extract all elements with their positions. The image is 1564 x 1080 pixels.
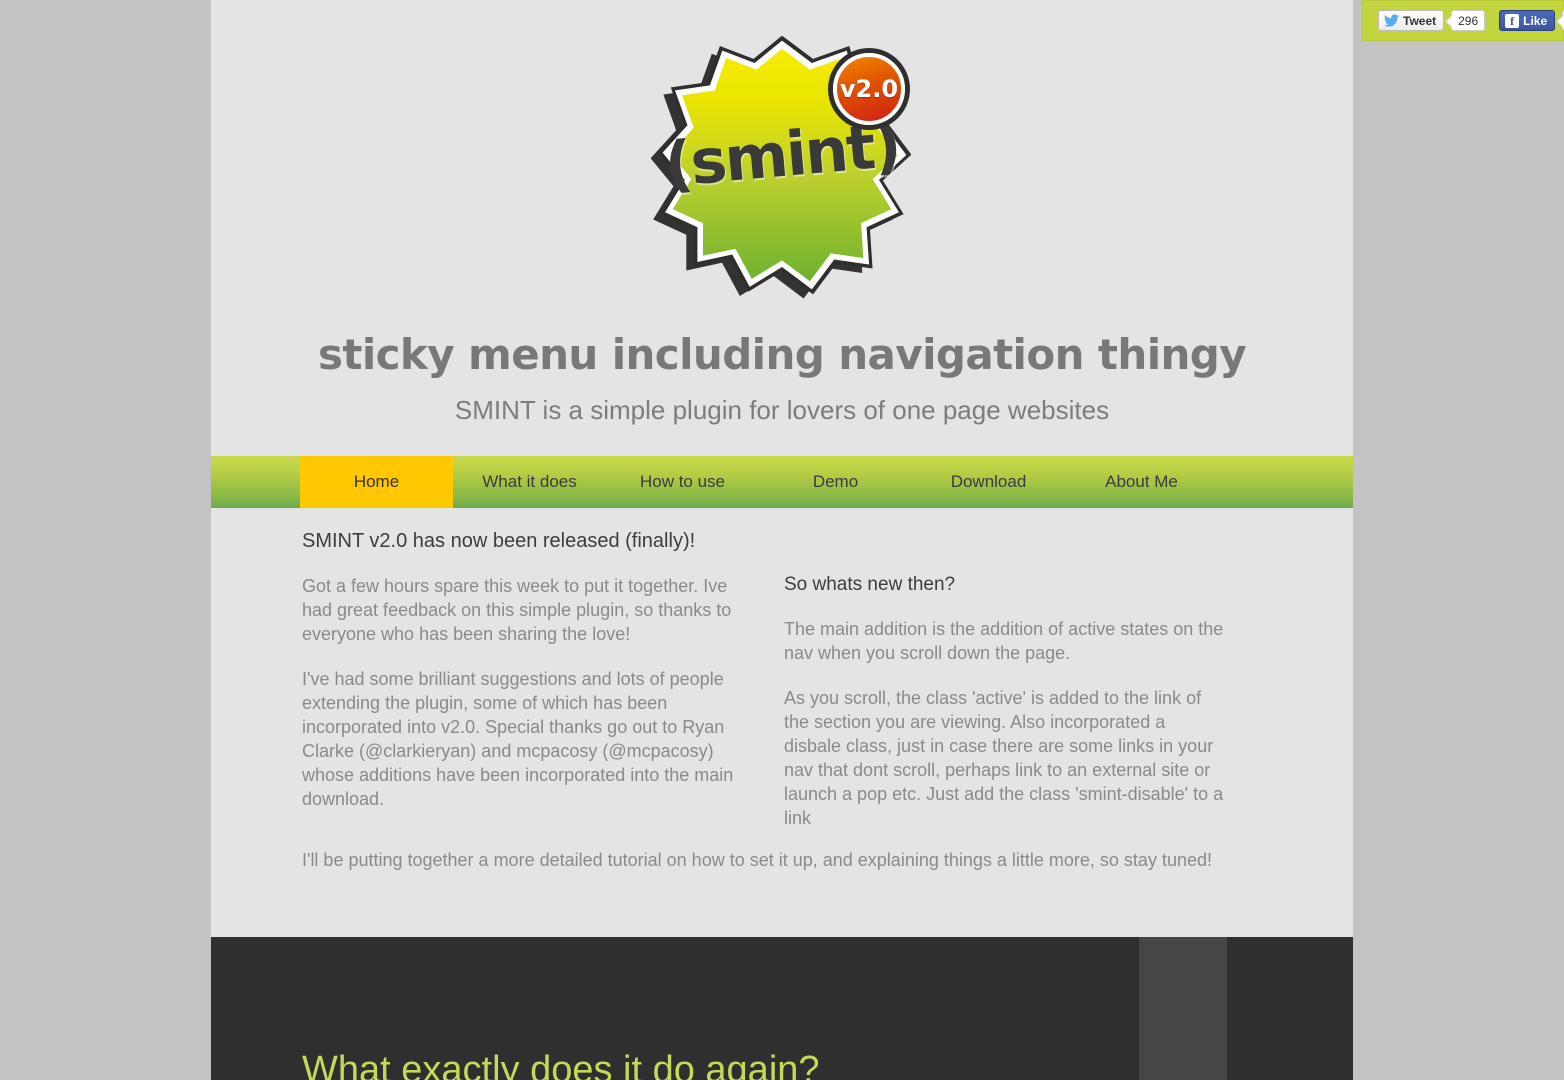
nav-item-about-me[interactable]: About Me bbox=[1065, 456, 1218, 508]
facebook-like-widget: f Like 301 bbox=[1499, 10, 1564, 31]
page-title: sticky menu including navigation thingy bbox=[317, 330, 1247, 379]
page-container: (smint) v2.0 sticky menu including navig… bbox=[211, 0, 1353, 1080]
left-paragraph-2: I've had some brilliant suggestions and … bbox=[302, 669, 734, 809]
main-navigation: Home What it does How to use Demo Downlo… bbox=[211, 456, 1353, 508]
left-column: Got a few hours spare this week to put i… bbox=[302, 553, 744, 830]
what-it-does-section: What exactly does it do again? bbox=[211, 937, 1353, 1080]
tweet-button-label: Tweet bbox=[1403, 13, 1437, 28]
twitter-bird-icon bbox=[1384, 14, 1399, 27]
what-it-does-heading: What exactly does it do again? bbox=[302, 1049, 820, 1080]
tweet-count[interactable]: 296 bbox=[1451, 10, 1486, 31]
right-paragraph-2: As you scroll, the class 'active' is add… bbox=[784, 688, 1224, 828]
version-badge: v2.0 bbox=[833, 53, 905, 125]
twitter-share-widget: Tweet 296 bbox=[1378, 10, 1486, 31]
like-button-label: Like bbox=[1523, 13, 1548, 28]
closing-paragraph: I'll be putting together a more detailed… bbox=[302, 850, 1212, 870]
nav-item-home[interactable]: Home bbox=[300, 456, 453, 508]
decorative-vertical-band bbox=[1139, 937, 1227, 1080]
smint-logo[interactable]: (smint) v2.0 bbox=[637, 22, 927, 312]
social-share-bar: Tweet 296 f Like 301 bbox=[1362, 0, 1564, 41]
like-button[interactable]: f Like bbox=[1499, 10, 1556, 31]
nav-item-how-to-use[interactable]: How to use bbox=[606, 456, 759, 508]
home-section: SMINT v2.0 has now been released (finall… bbox=[211, 508, 1353, 927]
right-column-heading: So whats new then? bbox=[784, 574, 956, 595]
facebook-f-icon: f bbox=[1505, 13, 1520, 28]
nav-item-download[interactable]: Download bbox=[912, 456, 1065, 508]
nav-item-demo[interactable]: Demo bbox=[759, 456, 912, 508]
intro-heading: SMINT v2.0 has now been released (finall… bbox=[302, 530, 696, 552]
site-header: (smint) v2.0 sticky menu including navig… bbox=[211, 0, 1353, 426]
tweet-button[interactable]: Tweet bbox=[1378, 10, 1445, 31]
content-columns: Got a few hours spare this week to put i… bbox=[302, 553, 1272, 830]
page-tagline: SMINT is a simple plugin for lovers of o… bbox=[454, 395, 1110, 425]
right-paragraph-1: The main addition is the addition of act… bbox=[784, 619, 1224, 663]
right-column: So whats new then? The main addition is … bbox=[784, 553, 1226, 830]
nav-item-what-it-does[interactable]: What it does bbox=[453, 456, 606, 508]
left-paragraph-1: Got a few hours spare this week to put i… bbox=[302, 576, 732, 644]
